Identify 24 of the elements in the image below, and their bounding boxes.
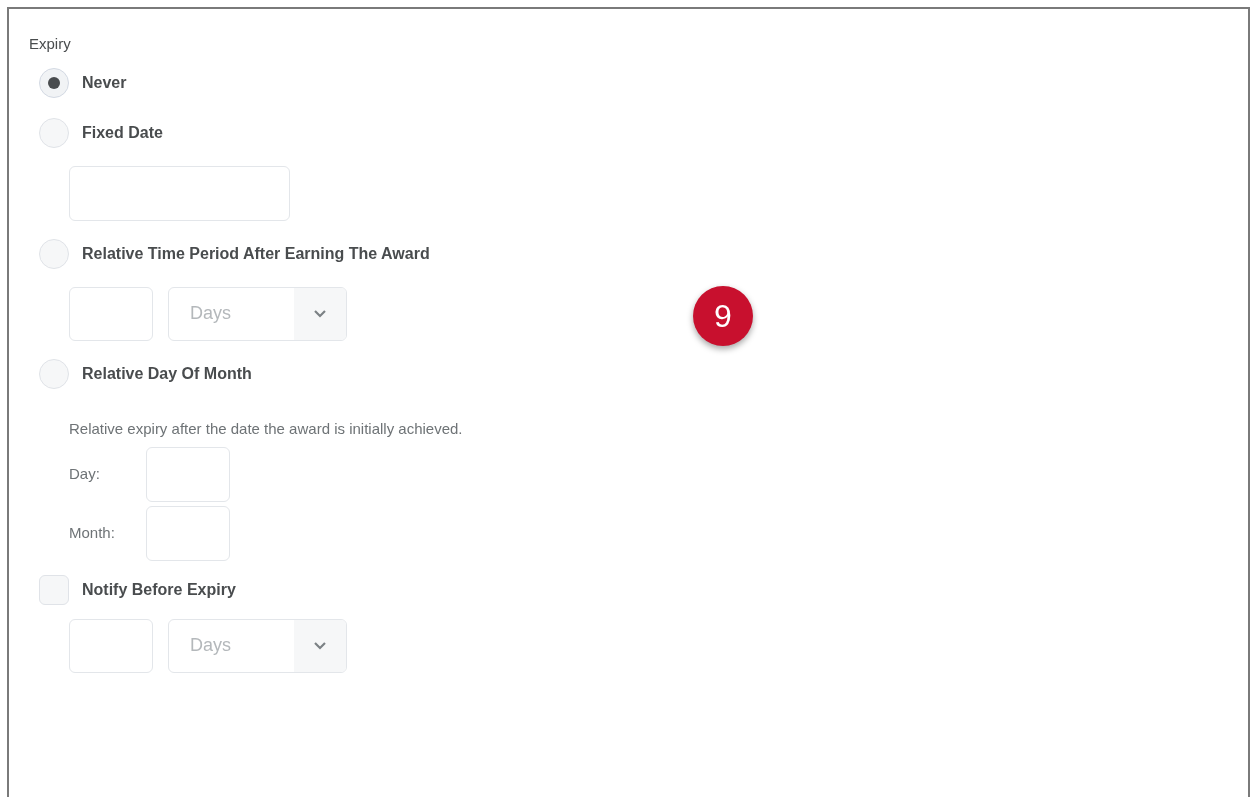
radio-button[interactable] <box>39 67 69 98</box>
option-label: Relative Time Period After Earning The Award <box>82 243 430 264</box>
number-field[interactable] <box>69 618 153 673</box>
radio-button[interactable] <box>39 238 69 269</box>
field-label: Month: <box>69 522 116 543</box>
date-field[interactable] <box>69 165 290 221</box>
field-label: Day: <box>69 463 101 484</box>
option-label: Never <box>82 72 127 93</box>
radio-button[interactable] <box>39 358 69 389</box>
checkbox[interactable] <box>39 574 69 605</box>
unit-dropdown[interactable]: Days <box>168 286 347 341</box>
number-field[interactable] <box>69 286 153 341</box>
input-field[interactable] <box>146 446 230 502</box>
option-label: Notify Before Expiry <box>82 579 236 600</box>
chevron-down-icon <box>313 309 327 318</box>
chevron-down-icon <box>313 641 327 650</box>
unit-dropdown[interactable]: Days <box>168 618 347 673</box>
help-text: Relative expiry after the date the award is initially achieved. <box>69 419 463 437</box>
section-title: Expiry <box>29 34 72 54</box>
input-field[interactable] <box>146 505 230 561</box>
option-label: Relative Day Of Month <box>82 363 252 384</box>
radio-button[interactable] <box>39 117 69 148</box>
option-label: Fixed Date <box>82 122 163 143</box>
step-badge: 9 <box>693 286 753 346</box>
